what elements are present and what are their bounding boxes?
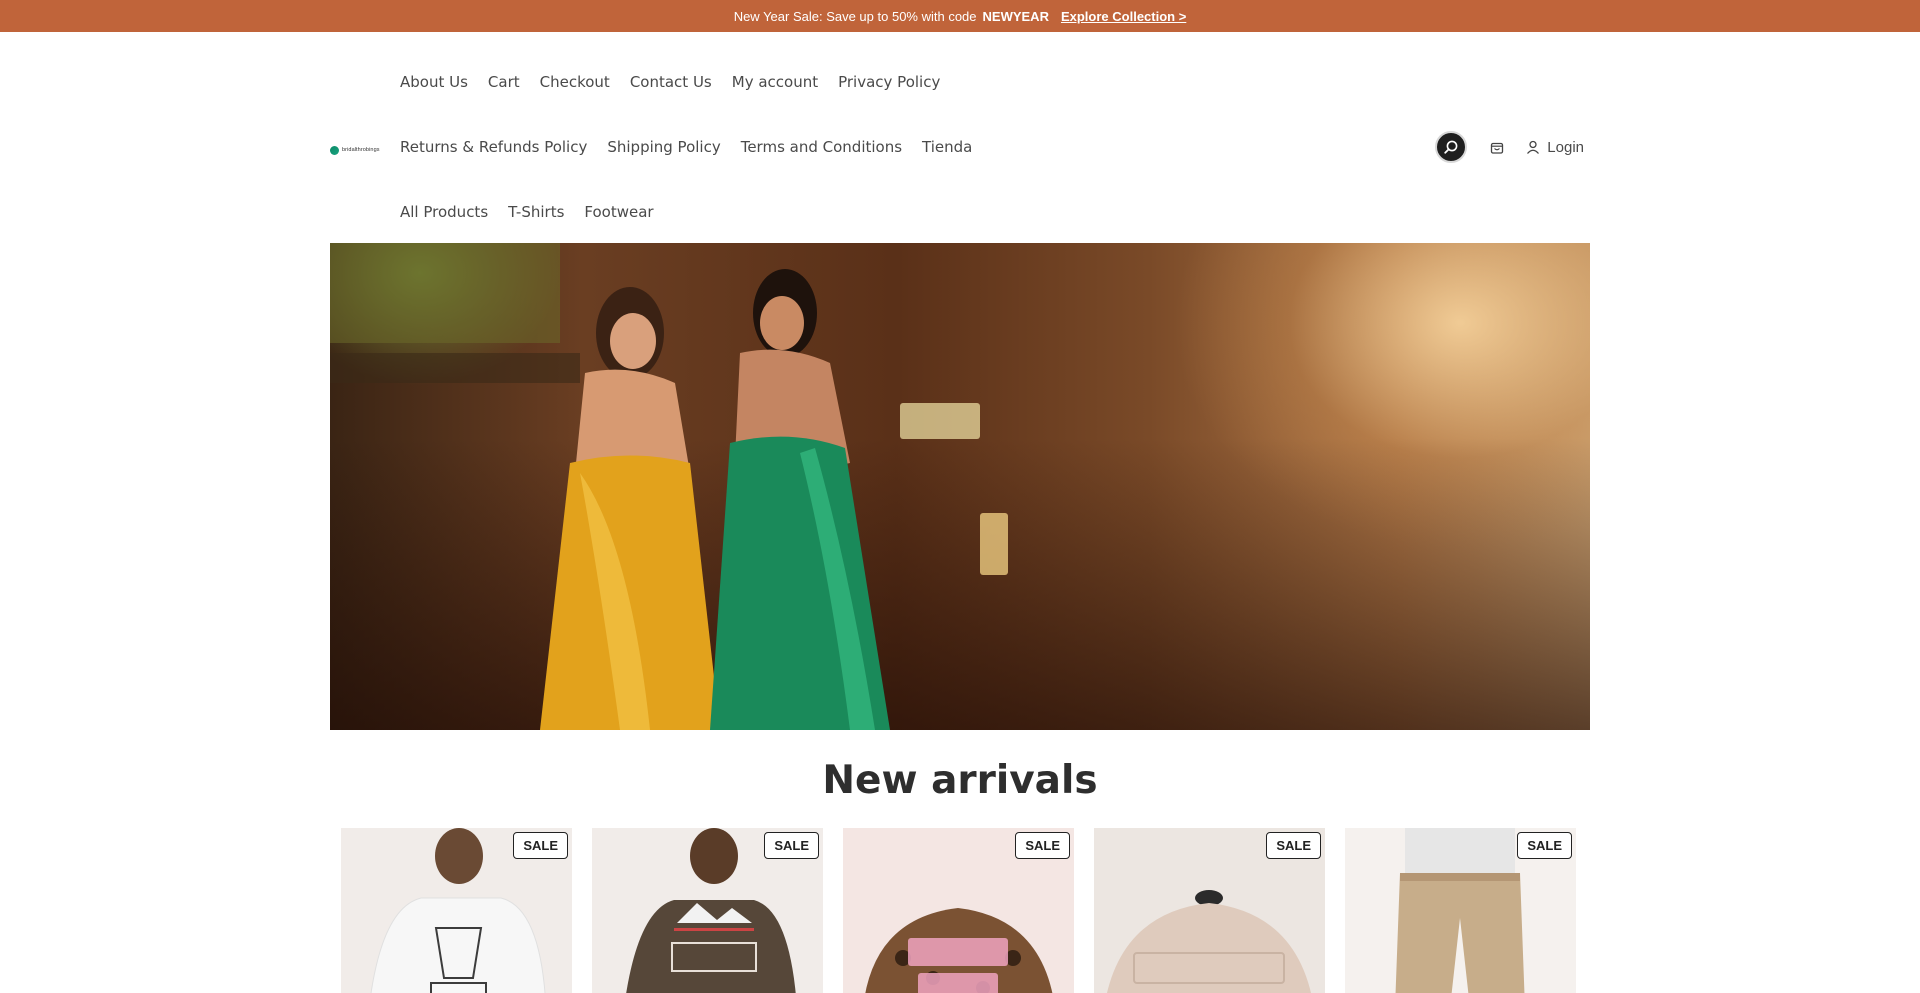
site-logo[interactable]: bridalthrobings <box>330 143 380 157</box>
product-grid: SALE SALE SALE SALE SALE <box>341 828 1576 993</box>
main-nav-row-3: All Products T-Shirts Footwear <box>400 200 654 224</box>
sale-badge: SALE <box>1015 832 1070 859</box>
hero-figures <box>330 243 1008 730</box>
login-label: Login <box>1547 138 1584 156</box>
shopping-bag-icon <box>1491 142 1504 154</box>
promo-code: NEWYEAR <box>982 8 1049 24</box>
new-arrivals-heading: New arrivals <box>822 758 1098 803</box>
hero-banner-image[interactable] <box>330 243 1590 730</box>
nav-t-shirts[interactable]: T-Shirts <box>508 203 564 221</box>
main-nav-row-1: About Us Cart Checkout Contact Us My acc… <box>400 70 940 94</box>
nav-terms-conditions[interactable]: Terms and Conditions <box>741 138 902 156</box>
nav-about-us[interactable]: About Us <box>400 73 468 91</box>
user-icon <box>1527 140 1540 154</box>
sale-badge: SALE <box>1266 832 1321 859</box>
nav-my-account[interactable]: My account <box>732 73 818 91</box>
site-header: bridalthrobings About Us Cart Checkout C… <box>330 32 1590 242</box>
product-card[interactable]: SALE <box>341 828 572 993</box>
announcement-bar: New Year Sale: Save up to 50% with code … <box>0 0 1920 32</box>
nav-privacy-policy[interactable]: Privacy Policy <box>838 73 940 91</box>
search-icon <box>1444 140 1458 154</box>
nav-contact-us[interactable]: Contact Us <box>630 73 712 91</box>
announcement-text: New Year Sale: Save up to 50% with code <box>733 8 977 24</box>
nav-tienda[interactable]: Tienda <box>922 138 972 156</box>
cart-button[interactable] <box>1481 131 1513 163</box>
product-card[interactable]: SALE <box>1345 828 1576 993</box>
product-card[interactable]: SALE <box>592 828 823 993</box>
sale-badge: SALE <box>1517 832 1572 859</box>
sale-badge: SALE <box>513 832 568 859</box>
logo-mark-icon <box>330 145 339 155</box>
main-nav-row-2: Returns & Refunds Policy Shipping Policy… <box>400 135 972 159</box>
search-button[interactable] <box>1435 131 1468 163</box>
nav-footwear[interactable]: Footwear <box>584 203 653 221</box>
nav-all-products[interactable]: All Products <box>400 203 488 221</box>
nav-cart[interactable]: Cart <box>488 73 520 91</box>
login-button[interactable]: Login <box>1525 139 1590 156</box>
nav-shipping-policy[interactable]: Shipping Policy <box>607 138 720 156</box>
product-card[interactable]: SALE <box>843 828 1074 993</box>
product-card[interactable]: SALE <box>1094 828 1325 993</box>
explore-collection-link[interactable]: Explore Collection > <box>1061 9 1186 24</box>
nav-checkout[interactable]: Checkout <box>540 73 610 91</box>
logo-text: bridalthrobings <box>342 147 380 153</box>
header-actions: Login <box>1435 131 1590 163</box>
nav-returns-refunds[interactable]: Returns & Refunds Policy <box>400 138 587 156</box>
sale-badge: SALE <box>764 832 819 859</box>
